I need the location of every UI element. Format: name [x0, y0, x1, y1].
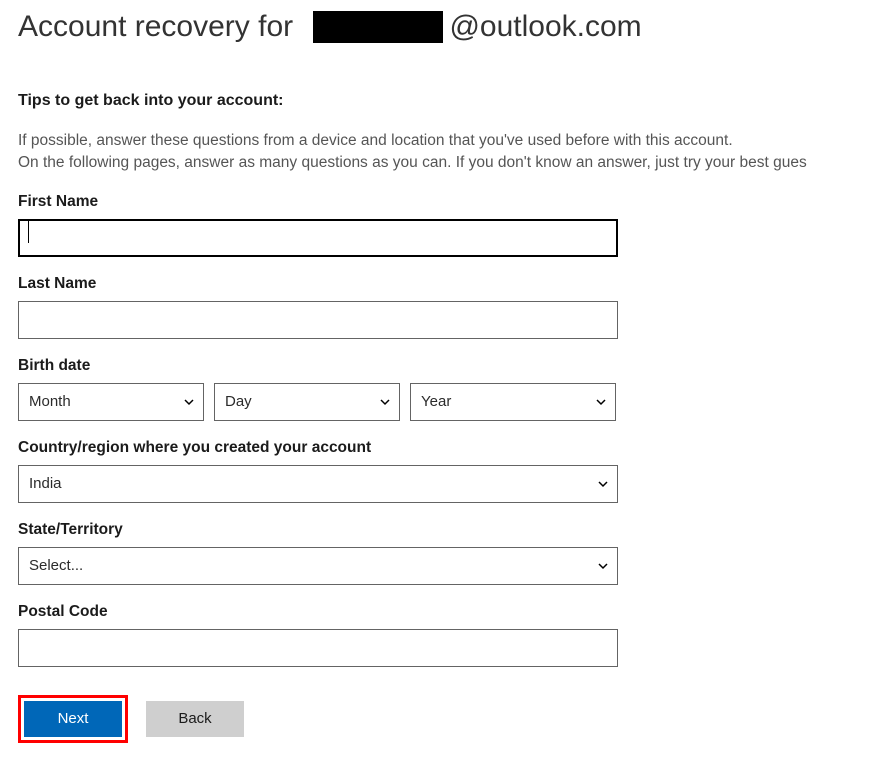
country-field: Country/region where you created your ac… [18, 439, 618, 503]
recovery-form: First Name Last Name Birth date Month Da… [18, 193, 618, 667]
tips-line-1: If possible, answer these questions from… [18, 130, 872, 152]
last-name-input[interactable] [18, 301, 618, 339]
birth-month-select[interactable]: Month [18, 383, 204, 421]
birth-year-value: Year [421, 393, 451, 410]
state-label: State/Territory [18, 521, 618, 539]
tips-body: If possible, answer these questions from… [18, 130, 872, 175]
next-button[interactable]: Next [24, 701, 122, 737]
form-actions: Next Back [18, 695, 872, 743]
country-value: India [29, 475, 62, 492]
chevron-down-icon [595, 396, 607, 408]
birth-day-value: Day [225, 393, 252, 410]
first-name-label: First Name [18, 193, 618, 211]
chevron-down-icon [597, 560, 609, 572]
chevron-down-icon [183, 396, 195, 408]
first-name-field: First Name [18, 193, 618, 257]
country-label: Country/region where you created your ac… [18, 439, 618, 457]
country-select[interactable]: India [18, 465, 618, 503]
first-name-input[interactable] [18, 219, 618, 257]
back-button[interactable]: Back [146, 701, 244, 737]
email-suffix: @outlook.com [449, 10, 641, 44]
birth-month-value: Month [29, 393, 71, 410]
postal-input[interactable] [18, 629, 618, 667]
next-highlight-box: Next [18, 695, 128, 743]
text-cursor [28, 221, 29, 243]
postal-field: Postal Code [18, 603, 618, 667]
birth-day-select[interactable]: Day [214, 383, 400, 421]
state-select[interactable]: Select... [18, 547, 618, 585]
birth-year-select[interactable]: Year [410, 383, 616, 421]
tips-heading: Tips to get back into your account: [18, 92, 872, 110]
postal-label: Postal Code [18, 603, 618, 621]
page-title: Account recovery for @outlook.com [18, 10, 872, 44]
state-field: State/Territory Select... [18, 521, 618, 585]
title-prefix: Account recovery for [18, 10, 293, 44]
birth-date-label: Birth date [18, 357, 618, 375]
tips-line-2: On the following pages, answer as many q… [18, 152, 872, 174]
chevron-down-icon [597, 478, 609, 490]
redacted-email-local [313, 11, 443, 43]
chevron-down-icon [379, 396, 391, 408]
last-name-field: Last Name [18, 275, 618, 339]
last-name-label: Last Name [18, 275, 618, 293]
state-value: Select... [29, 557, 83, 574]
birth-date-field: Birth date Month Day Year [18, 357, 618, 421]
